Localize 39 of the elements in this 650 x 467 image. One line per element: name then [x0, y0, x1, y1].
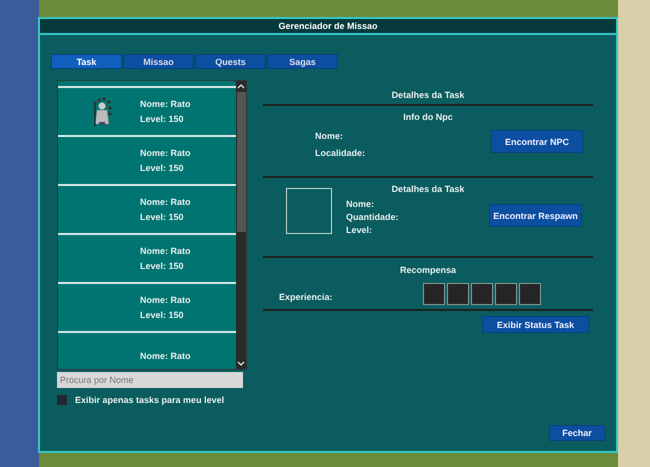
close-button[interactable]: Fechar: [549, 425, 605, 441]
checkbox-label: Exibir apenas tasks para meu level: [75, 395, 224, 405]
field-label: Localidade:: [315, 147, 366, 160]
tab[interactable]: Task: [51, 54, 122, 69]
section-title: Info do Npc: [402, 111, 454, 124]
task-level: Level: 150: [140, 162, 185, 174]
scrollbar-thumb[interactable]: [236, 92, 246, 232]
character-sprite-icon: [91, 96, 113, 126]
task-level: Level: 150: [140, 210, 185, 224]
find-npc-button[interactable]: Encontrar NPC: [491, 130, 583, 153]
field-label: Nome:: [315, 130, 344, 143]
section-title: Recompensa: [398, 264, 458, 277]
task-name: Nome: Rato: [140, 196, 191, 208]
field-label: Quantidade:: [346, 211, 400, 224]
task-name: Nome: Rato: [140, 146, 191, 160]
scrollbar[interactable]: [236, 81, 246, 369]
tab[interactable]: Sagas: [267, 54, 338, 69]
tab[interactable]: Missao: [123, 54, 194, 69]
task-level: Level: 150: [140, 112, 185, 126]
task-level: Level: 150: [140, 308, 185, 322]
task-name: Nome: Rato: [140, 350, 191, 363]
tab[interactable]: Quests: [195, 54, 266, 69]
experience-label: Experiencia:: [279, 292, 334, 304]
task-name: Nome: Rato: [140, 98, 191, 110]
task-level: Level: 150: [140, 260, 185, 272]
show-status-button[interactable]: Exibir Status Task: [482, 316, 589, 333]
scroll-down-icon[interactable]: [237, 361, 246, 367]
window-title: Gerenciador de Missao: [40, 19, 616, 35]
search-field[interactable]: Procura por Nome: [57, 372, 243, 388]
task-name: Nome: Rato: [140, 244, 191, 258]
section-title: Detalhes da Task: [390, 183, 466, 196]
scroll-up-icon[interactable]: [237, 83, 246, 89]
monster-image-slot: [286, 188, 332, 234]
section-title: Detalhes da Task: [390, 89, 466, 102]
find-respawn-button[interactable]: Encontrar Respawn: [489, 204, 582, 227]
checkbox[interactable]: [57, 395, 67, 405]
field-label: Level:: [346, 224, 374, 237]
field-label: Nome:: [346, 198, 376, 211]
task-name: Nome: Rato: [140, 294, 191, 306]
